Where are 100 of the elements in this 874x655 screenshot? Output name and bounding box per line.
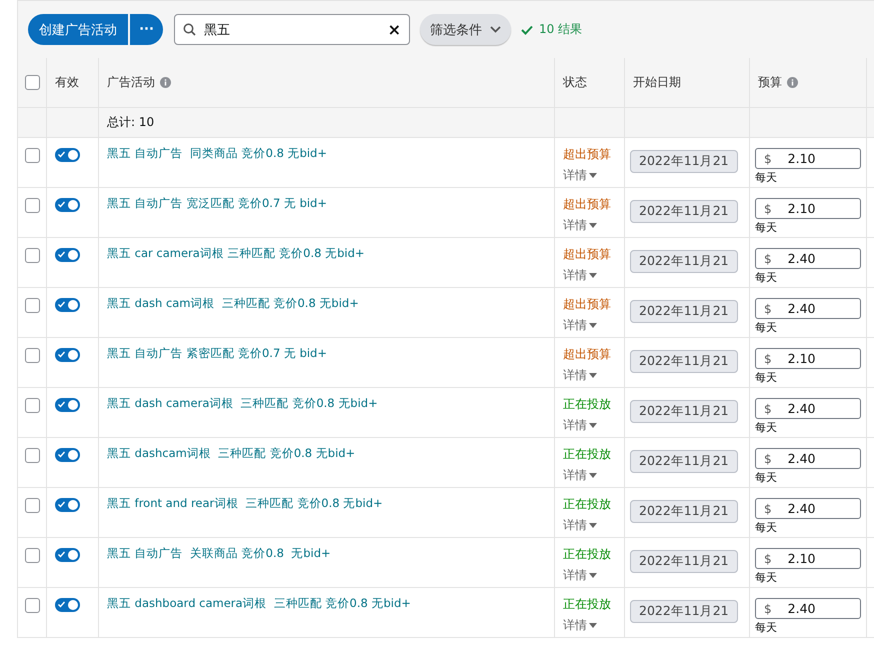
currency-symbol: $ [764,352,772,366]
filter-button[interactable]: 筛选条件 [420,14,511,45]
toggle-switch[interactable] [55,298,80,312]
clear-button[interactable]: × [388,20,401,39]
toggle-switch[interactable] [55,548,80,562]
campaign-link[interactable]: 黑五 dashcam词根 三种匹配 竞价0.8 无bid+ [107,446,356,460]
campaign-link[interactable]: 黑五 自动广告 关联商品 竞价0.8 无bid+ [107,546,331,560]
status-text: 正在投放 [563,547,611,561]
checkbox[interactable] [24,248,40,263]
status-text: 超出预算 [563,347,611,361]
check-icon [58,301,65,308]
start-date-field[interactable]: 2022年11月21 [630,350,738,373]
budget-field[interactable]: $ 2.10 [755,148,861,169]
start-date-field[interactable]: 2022年11月21 [630,200,738,223]
check-icon [58,401,65,408]
campaign-link[interactable]: 黑五 自动广告 宽泛匹配 竞价0.7 无 bid+ [107,196,327,210]
details-dropdown[interactable]: 详情 [563,167,597,184]
budget-field[interactable]: $ 2.10 [755,548,861,569]
details-dropdown[interactable]: 详情 [563,467,597,484]
budget-field[interactable]: $ 2.40 [755,448,861,469]
currency-symbol: $ [764,502,772,516]
toggle-switch[interactable] [55,598,80,612]
budget-field[interactable]: $ 2.10 [755,198,861,219]
start-date-field[interactable]: 2022年11月21 [630,600,738,623]
details-dropdown[interactable]: 详情 [563,267,597,284]
caret-icon [589,573,597,578]
campaign-link[interactable]: 黑五 自动广告 紧密匹配 竞价0.7 无 bid+ [107,346,327,360]
campaign-link[interactable]: 黑五 dashboard camera词根 三种匹配 竞价0.8 无bid+ [107,596,411,610]
budget-field[interactable]: $ 2.40 [755,248,861,269]
budget-period: 每天 [755,170,778,185]
currency-symbol: $ [764,202,772,216]
currency-symbol: $ [764,402,772,416]
budget-period: 每天 [755,320,778,335]
toggle-switch[interactable] [55,448,80,462]
currency-symbol: $ [764,602,772,616]
details-dropdown[interactable]: 详情 [563,617,597,634]
checkbox[interactable] [24,398,40,413]
toggle-switch[interactable] [55,398,80,412]
column-header: 有效 [55,74,79,91]
start-date-field[interactable]: 2022年11月21 [630,450,738,473]
budget-field[interactable]: $ 2.40 [755,598,861,619]
more-button[interactable]: ··· [130,14,163,45]
details-dropdown[interactable]: 详情 [563,317,597,334]
caret-icon [589,523,597,528]
total-count: 总计: 10 [107,114,154,131]
campaign-link[interactable]: 黑五 dash camera词根 三种匹配 竞价0.8 无bid+ [107,396,378,410]
checkbox[interactable] [24,298,40,313]
budget-field[interactable]: $ 2.40 [755,398,861,419]
checkbox[interactable] [24,598,40,613]
budget-value: 2.40 [788,501,816,516]
caret-icon [589,173,597,178]
budget-period: 每天 [755,570,778,585]
checkbox[interactable] [24,498,40,513]
checkbox[interactable] [24,548,40,563]
budget-field[interactable]: $ 2.10 [755,348,861,369]
check-icon [58,351,65,358]
budget-field[interactable]: $ 2.40 [755,298,861,319]
check-icon [58,501,65,508]
checkbox[interactable] [24,148,40,163]
campaign-link[interactable]: 黑五 front and rear词根 三种匹配 竞价0.8 无bid+ [107,496,383,510]
status-text: 正在投放 [563,597,611,611]
check-icon [58,551,65,558]
budget-period: 每天 [755,520,778,535]
budget-period: 每天 [755,470,778,485]
toggle-switch[interactable] [55,498,80,512]
currency-symbol: $ [764,152,772,166]
details-dropdown[interactable]: 详情 [563,217,597,234]
start-date-field[interactable]: 2022年11月21 [630,300,738,323]
details-dropdown[interactable]: 详情 [563,567,597,584]
checkbox[interactable] [24,75,40,90]
budget-value: 2.40 [788,601,816,616]
toggle-switch[interactable] [55,248,80,262]
currency-symbol: $ [764,552,772,566]
toggle-switch[interactable] [55,348,80,362]
start-date-field[interactable]: 2022年11月21 [630,400,738,423]
create-campaign-button[interactable]: 创建广告活动 [28,14,128,45]
details-dropdown[interactable]: 详情 [563,417,597,434]
currency-symbol: $ [764,252,772,266]
budget-field[interactable]: $ 2.40 [755,498,861,519]
check-icon [58,601,65,608]
search-field[interactable]: 黑五 × [174,14,410,45]
start-date-field[interactable]: 2022年11月21 [630,500,738,523]
start-date-field[interactable]: 2022年11月21 [630,150,738,173]
campaign-link[interactable]: 黑五 car camera词根 三种匹配 竞价0.8 无bid+ [107,246,365,260]
checkbox[interactable] [24,448,40,463]
start-date-field[interactable]: 2022年11月21 [630,550,738,573]
checkbox[interactable] [24,198,40,213]
campaign-link[interactable]: 黑五 自动广告 同类商品 竞价0.8 无bid+ [107,146,327,160]
toggle-switch[interactable] [55,148,80,162]
check-icon [521,24,533,34]
toggle-switch[interactable] [55,198,80,212]
details-dropdown[interactable]: 详情 [563,367,597,384]
budget-period: 每天 [755,270,778,285]
campaign-link[interactable]: 黑五 dash cam词根 三种匹配 竞价0.8 无bid+ [107,296,359,310]
checkbox[interactable] [24,348,40,363]
start-date-field[interactable]: 2022年11月21 [630,250,738,273]
check-icon [58,451,65,458]
search-text: 黑五 [204,22,231,38]
caret-icon [589,273,597,278]
details-dropdown[interactable]: 详情 [563,517,597,534]
